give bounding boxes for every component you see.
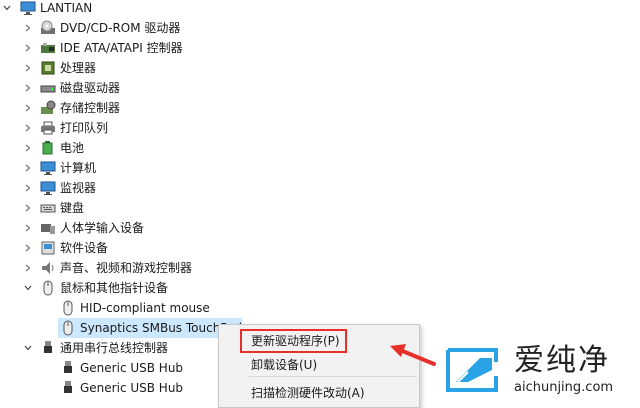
- tree-item-label: 电池: [60, 141, 85, 155]
- computer-monitor-icon: [20, 0, 36, 16]
- tree-item-label: 打印队列: [60, 121, 109, 135]
- tree-category[interactable]: 人体学输入设备: [0, 218, 640, 238]
- tree-item-label: LANTIAN: [40, 1, 93, 15]
- chevron-right-icon[interactable]: [21, 98, 35, 118]
- printer-icon: [40, 120, 56, 136]
- tree-item-label: 鼠标和其他指针设备: [60, 281, 169, 295]
- brand-url: aichunjing.com: [514, 380, 614, 395]
- tree-item-label: IDE ATA/ATAPI 控制器: [60, 41, 183, 55]
- chevron-right-icon[interactable]: [21, 258, 35, 278]
- chevron-right-icon[interactable]: [21, 78, 35, 98]
- uninstall-device-label: 卸载设备(U): [251, 358, 318, 372]
- scan-hardware-label: 扫描检测硬件改动(A): [251, 386, 365, 400]
- tree-category[interactable]: 声音、视频和游戏控制器: [0, 258, 640, 278]
- brand-name: 爱纯净: [514, 343, 610, 378]
- mouse-icon: [60, 300, 76, 316]
- chevron-down-icon[interactable]: [0, 0, 14, 18]
- tree-item-label: DVD/CD-ROM 驱动器: [60, 21, 181, 35]
- disk-drive-icon: [40, 80, 56, 96]
- tree-item-label: Generic USB Hub: [80, 381, 184, 395]
- tree-category[interactable]: 计算机: [0, 158, 640, 178]
- ide-controller-icon: [40, 40, 56, 56]
- chevron-right-icon[interactable]: [21, 158, 35, 178]
- scan-hardware-menu-item[interactable]: 扫描检测硬件改动(A): [219, 381, 419, 405]
- tree-item-label: 磁盘驱动器: [60, 81, 121, 95]
- tree-item-label: 声音、视频和游戏控制器: [60, 261, 193, 275]
- tree-category[interactable]: 存储控制器: [0, 98, 640, 118]
- tree-root-lantian[interactable]: LANTIAN: [0, 0, 640, 18]
- tree-item-label: 人体学输入设备: [60, 221, 145, 235]
- chevron-right-icon[interactable]: [21, 58, 35, 78]
- tree-device[interactable]: HID-compliant mouse: [0, 298, 640, 318]
- mouse-icon: [40, 280, 56, 296]
- brand-logo-icon: [446, 348, 498, 392]
- chevron-right-icon[interactable]: [21, 118, 35, 138]
- usb-icon: [40, 340, 56, 356]
- tree-category[interactable]: 磁盘驱动器: [0, 78, 640, 98]
- chevron-down-icon[interactable]: [21, 278, 35, 298]
- processor-chip-icon: [40, 60, 56, 76]
- computer-icon: [40, 160, 56, 176]
- tree-category-mice[interactable]: 鼠标和其他指针设备: [0, 278, 640, 298]
- usb-icon: [60, 380, 76, 396]
- tree-item-label: 处理器: [60, 61, 97, 75]
- tree-category[interactable]: 电池: [0, 138, 640, 158]
- storage-controller-icon: [40, 100, 56, 116]
- annotation-arrow-icon: [390, 344, 436, 366]
- tree-item-label: 存储控制器: [60, 101, 121, 115]
- dvd-drive-icon: [40, 20, 56, 36]
- tree-category[interactable]: IDE ATA/ATAPI 控制器: [0, 38, 640, 58]
- annotation-highlight-box: [240, 329, 347, 353]
- menu-separator: [249, 376, 417, 377]
- monitor-icon: [40, 180, 56, 196]
- tree-item-label: 通用串行总线控制器: [60, 341, 169, 355]
- hid-icon: [40, 220, 56, 236]
- tree-category[interactable]: DVD/CD-ROM 驱动器: [0, 18, 640, 38]
- tree-item-label: 软件设备: [60, 241, 109, 255]
- tree-item-label: 键盘: [60, 201, 85, 215]
- chevron-right-icon[interactable]: [21, 138, 35, 158]
- usb-icon: [60, 360, 76, 376]
- chevron-right-icon[interactable]: [21, 238, 35, 258]
- mouse-icon: [60, 320, 76, 336]
- chevron-right-icon[interactable]: [21, 18, 35, 38]
- tree-category[interactable]: 软件设备: [0, 238, 640, 258]
- software-device-icon: [40, 240, 56, 256]
- battery-icon: [40, 140, 56, 156]
- tree-item-label: HID-compliant mouse: [80, 301, 210, 315]
- chevron-down-icon[interactable]: [21, 338, 35, 358]
- tree-category[interactable]: 打印队列: [0, 118, 640, 138]
- tree-item-label: 计算机: [60, 161, 97, 175]
- tree-item-label: 监视器: [60, 181, 97, 195]
- chevron-right-icon[interactable]: [21, 198, 35, 218]
- chevron-right-icon[interactable]: [21, 218, 35, 238]
- watermark-logo: 爱纯净 aichunjing.com: [440, 342, 638, 400]
- chevron-right-icon[interactable]: [21, 38, 35, 58]
- speaker-icon: [40, 260, 56, 276]
- keyboard-icon: [40, 200, 56, 216]
- tree-category[interactable]: 监视器: [0, 178, 640, 198]
- chevron-right-icon[interactable]: [21, 178, 35, 198]
- tree-category[interactable]: 处理器: [0, 58, 640, 78]
- tree-item-label: Generic USB Hub: [80, 361, 184, 375]
- tree-category[interactable]: 键盘: [0, 198, 640, 218]
